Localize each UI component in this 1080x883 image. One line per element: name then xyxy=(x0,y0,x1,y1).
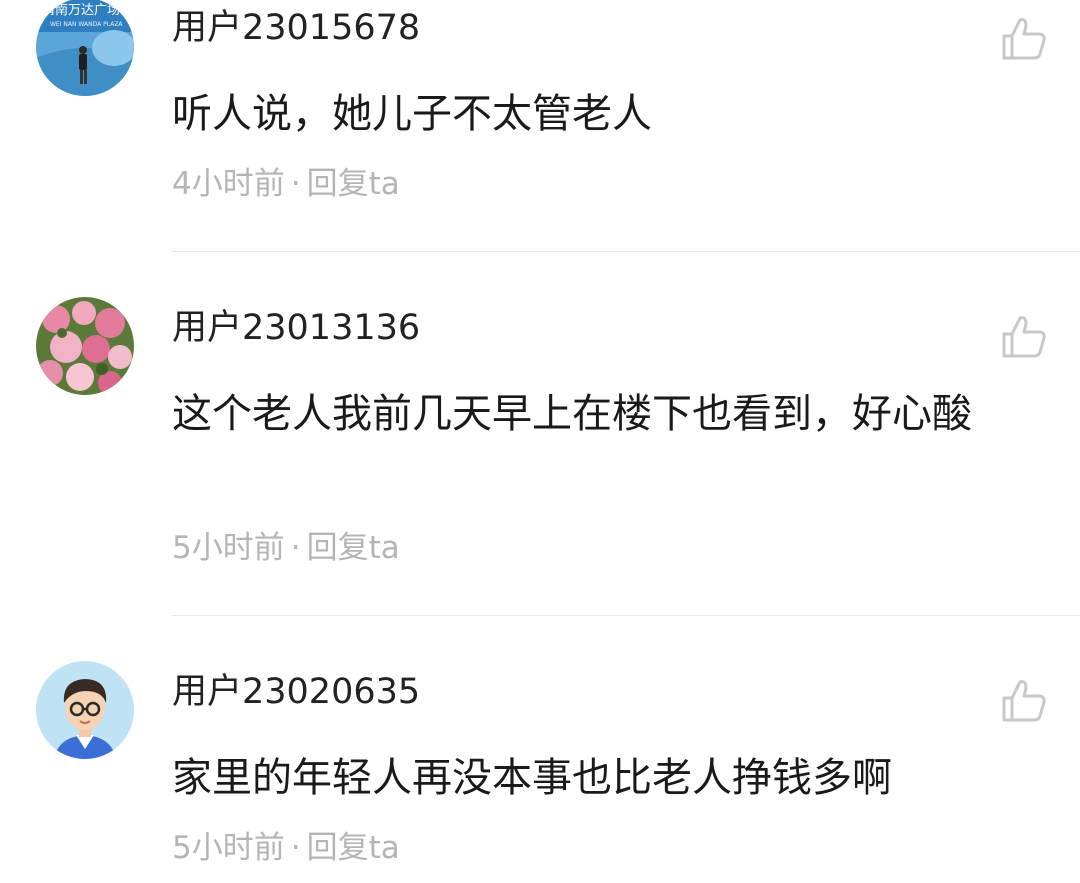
avatar-photo-icon: 渭南万达广场 WEI NAN WANDA PLAZA xyxy=(36,0,134,96)
comment-text: 听人说，她儿子不太管老人 xyxy=(172,91,652,137)
avatar-banner-text: 渭南万达广场 xyxy=(42,2,120,18)
comment-meta: 5小时前 · 回复ta xyxy=(172,830,400,866)
user-avatar[interactable] xyxy=(36,297,134,395)
user-avatar[interactable] xyxy=(36,661,134,759)
comment-item: 用户23020635 家里的年轻人再没本事也比老人挣钱多啊 5小时前 · 回复ta xyxy=(0,616,1080,883)
avatar-flowers-icon xyxy=(36,297,134,395)
meta-separator: · xyxy=(290,530,301,566)
meta-separator: · xyxy=(290,830,301,866)
meta-separator: · xyxy=(290,166,301,202)
comment-username[interactable]: 用户23013136 xyxy=(172,308,420,348)
like-thumbs-up-icon[interactable] xyxy=(998,14,1050,62)
user-avatar[interactable]: 渭南万达广场 WEI NAN WANDA PLAZA xyxy=(36,0,134,96)
like-thumbs-up-icon[interactable] xyxy=(998,676,1050,724)
reply-button[interactable]: 回复ta xyxy=(307,166,400,202)
reply-button[interactable]: 回复ta xyxy=(307,830,400,866)
reply-button[interactable]: 回复ta xyxy=(307,530,400,566)
comment-time: 5小时前 xyxy=(172,530,285,566)
comment-item: 用户23013136 这个老人我前几天早上在楼下也看到，好心酸 5小时前 · 回复t… xyxy=(0,252,1080,616)
comment-time: 4小时前 xyxy=(172,166,285,202)
comment-item: 渭南万达广场 WEI NAN WANDA PLAZA 用户23015678 听人… xyxy=(0,0,1080,252)
comment-meta: 5小时前 · 回复ta xyxy=(172,530,400,566)
comment-text: 这个老人我前几天早上在楼下也看到，好心酸 xyxy=(172,391,972,437)
avatar-banner-subtext: WEI NAN WANDA PLAZA xyxy=(50,21,123,28)
comment-text: 家里的年轻人再没本事也比老人挣钱多啊 xyxy=(172,755,892,801)
like-thumbs-up-icon[interactable] xyxy=(998,312,1050,360)
comment-time: 5小时前 xyxy=(172,830,285,866)
comment-username[interactable]: 用户23015678 xyxy=(172,8,420,48)
comment-username[interactable]: 用户23020635 xyxy=(172,672,420,712)
comment-meta: 4小时前 · 回复ta xyxy=(172,166,400,202)
avatar-cartoon-man-icon xyxy=(36,661,134,759)
